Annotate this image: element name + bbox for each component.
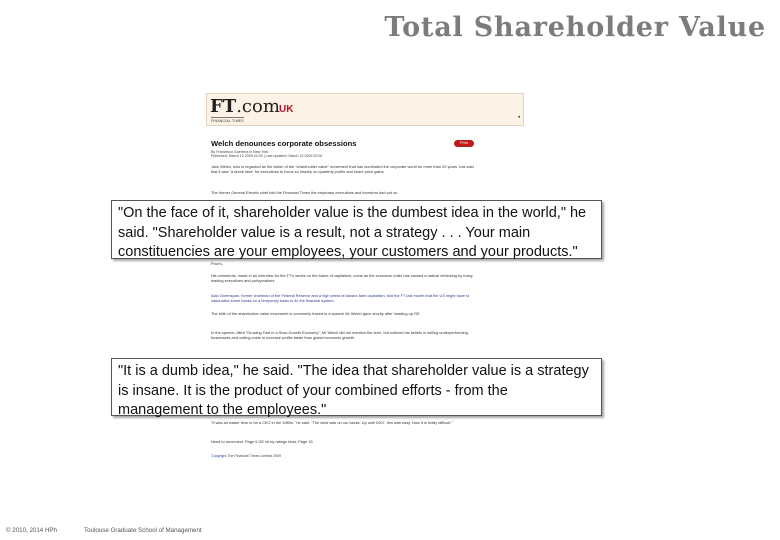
arrow-icon: ◂ — [517, 114, 520, 120]
article-paragraph: "It was an easier time to be a CEO in th… — [211, 420, 453, 425]
article-paragraph: In the speech, titled "Growing Fast in a… — [211, 330, 468, 340]
article-paragraph: His comments, made in an interview for t… — [211, 273, 473, 283]
byline-published: Published: March 13 2009 02:00 | Last up… — [211, 154, 323, 159]
footer-copyright: © 2010, 2014 HPh — [6, 527, 58, 534]
article-copyright: Copyright The Financial Times Limited 20… — [211, 454, 281, 458]
ft-header: FT.com FINANCIAL TIMES UK ◂ — [206, 93, 524, 126]
ft-logo[interactable]: FT.com — [210, 98, 280, 116]
copyright-text: The Financial Times Limited 2009 — [227, 454, 282, 458]
quote-box-2: "It is a dumb idea," he said. "The idea … — [111, 358, 602, 418]
article-paragraph: The birth of the shareholder value movem… — [211, 311, 421, 316]
article-headline: Welch denounces corporate obsessions — [211, 139, 357, 148]
copyright-link[interactable]: Copyright — [211, 454, 226, 458]
article-paragraph: Need to reconnect, Page 9 GE hit by rati… — [211, 439, 313, 444]
edition-label[interactable]: UK — [279, 104, 293, 115]
quote-box-1: "On the face of it, shareholder value is… — [111, 200, 602, 260]
ft-logo-subtitle: FINANCIAL TIMES — [211, 117, 244, 123]
article-paragraph: Alan Greenspan, former chairman of the F… — [211, 293, 470, 303]
ft-logo-com: .com — [236, 96, 280, 117]
article-byline: By Francesco Guerrera in New York Publis… — [211, 150, 481, 159]
ft-logo-ft: FT — [210, 96, 237, 117]
slide-title: Total Shareholder Value — [384, 12, 766, 43]
article-paragraph: The former General Electric chief told t… — [211, 190, 398, 195]
footer-school: Toulouse Graduate School of Management — [84, 527, 202, 534]
article-paragraph: Jack Welch, who is regarded as the fathe… — [211, 164, 474, 174]
print-button[interactable]: Print — [454, 140, 474, 147]
